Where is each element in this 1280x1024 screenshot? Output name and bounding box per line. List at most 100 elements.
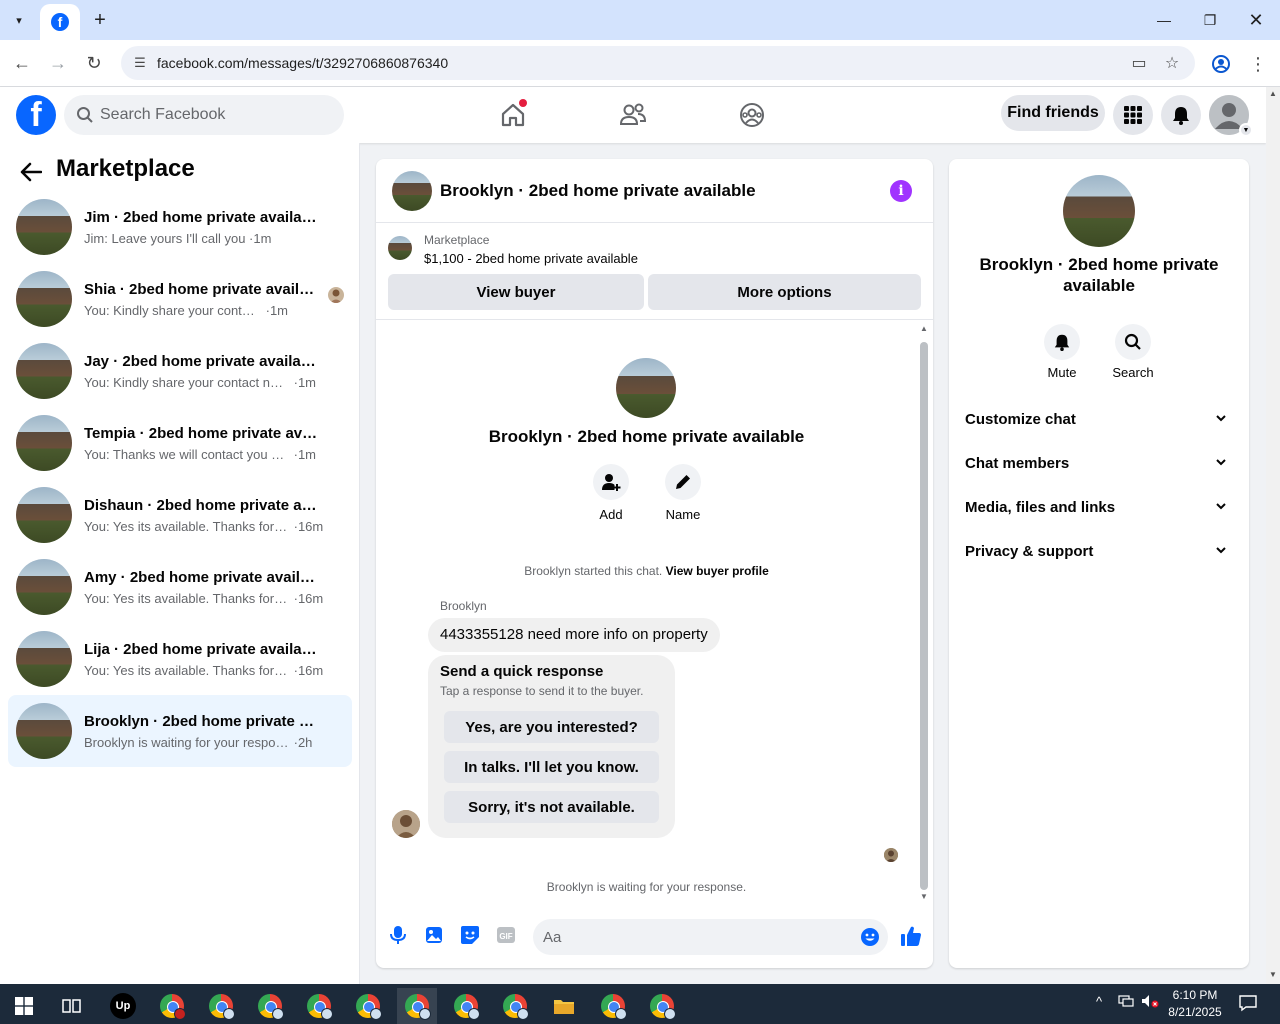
facebook-logo-icon[interactable]: f	[16, 95, 56, 135]
chrome-app-icon[interactable]	[201, 988, 241, 1024]
file-explorer-icon[interactable]	[544, 988, 584, 1024]
intro-avatar	[616, 358, 676, 418]
tab-search-chevron-icon[interactable]: ▾	[6, 7, 32, 33]
url-text[interactable]: facebook.com/messages/t/3292706860876340	[157, 55, 448, 71]
microphone-icon[interactable]	[387, 924, 409, 946]
message-scrollbar[interactable]: ▲ ▼	[917, 322, 931, 902]
view-buyer-profile-link[interactable]: View buyer profile	[666, 564, 769, 578]
chrome-app-icon[interactable]	[593, 988, 633, 1024]
show-hidden-icons-chevron-icon[interactable]: ^	[1096, 994, 1102, 1009]
back-arrow-icon[interactable]: ←	[9, 50, 35, 76]
minimize-icon[interactable]: —	[1141, 6, 1187, 34]
mute-label: Mute	[1047, 365, 1077, 380]
scrollbar-thumb[interactable]	[920, 342, 928, 890]
scroll-up-icon[interactable]: ▲	[1269, 89, 1277, 98]
chevron-down-icon	[1216, 459, 1226, 466]
conversation-item[interactable]: Amy · 2bed home private available You: Y…	[8, 551, 352, 623]
conversation-item[interactable]: Shia · 2bed home private availa... You: …	[8, 263, 352, 335]
groups-icon[interactable]	[736, 99, 768, 131]
details-avatar	[1063, 175, 1135, 247]
preview-text: You: Thanks we will contact you soon!	[84, 447, 290, 462]
info-icon[interactable]: i	[890, 180, 912, 202]
message-input[interactable]	[543, 919, 843, 955]
chrome-app-icon[interactable]	[397, 988, 437, 1024]
conversation-item[interactable]: Lija · 2bed home private available You: …	[8, 623, 352, 695]
message-bubble[interactable]: 4433355128 need more info on property	[428, 618, 720, 652]
forward-arrow-icon[interactable]: →	[45, 50, 71, 76]
notifications-bell-icon[interactable]	[1161, 95, 1201, 135]
chat-title[interactable]: Brooklyn · 2bed home private available	[440, 181, 756, 201]
install-app-icon[interactable]: ▭	[1129, 53, 1149, 73]
view-buyer-button[interactable]: View buyer	[388, 274, 644, 310]
sticker-icon[interactable]	[459, 924, 481, 946]
quick-response-button[interactable]: In talks. I'll let you know.	[444, 751, 659, 783]
taskbar-clock[interactable]: 6:10 PM 8/21/2025	[1160, 987, 1230, 1021]
emoji-icon[interactable]	[860, 927, 880, 947]
add-people-button[interactable]: Add	[581, 464, 641, 522]
menu-grid-icon[interactable]	[1113, 95, 1153, 135]
chat-avatar[interactable]	[392, 171, 432, 211]
back-arrow-icon[interactable]	[18, 159, 44, 185]
conversation-item[interactable]: Jim · 2bed home private available Jim: L…	[8, 191, 352, 263]
conversation-item[interactable]: Tempia · 2bed home private availa... You…	[8, 407, 352, 479]
chrome-app-icon[interactable]	[299, 988, 339, 1024]
chrome-app-icon[interactable]	[495, 988, 535, 1024]
conversation-item[interactable]: Dishaun · 2bed home private avail... You…	[8, 479, 352, 551]
chrome-app-icon[interactable]	[642, 988, 682, 1024]
chrome-app-icon[interactable]	[152, 988, 192, 1024]
scroll-down-icon[interactable]: ▼	[920, 892, 928, 901]
separator: ·	[290, 519, 298, 534]
reload-icon[interactable]: ↻	[81, 50, 107, 76]
privacy-support-section[interactable]: Privacy & support	[957, 532, 1241, 572]
quick-response-button[interactable]: Sorry, it's not available.	[444, 791, 659, 823]
volume-muted-icon[interactable]	[1141, 994, 1159, 1011]
chrome-app-icon[interactable]	[348, 988, 388, 1024]
search-input[interactable]	[100, 95, 330, 135]
network-icon[interactable]	[1118, 994, 1134, 1011]
chrome-menu-icon[interactable]: ⋮	[1246, 52, 1270, 76]
svg-text:GIF: GIF	[499, 932, 512, 941]
scroll-down-icon[interactable]: ▼	[1269, 970, 1277, 979]
chrome-app-icon[interactable]	[250, 988, 290, 1024]
conversation-item[interactable]: Brooklyn · 2bed home private avai... Bro…	[8, 695, 352, 767]
message-input-wrapper[interactable]	[533, 919, 888, 955]
site-settings-icon[interactable]: ☰	[131, 54, 149, 72]
browser-tab-facebook[interactable]: f	[40, 4, 80, 40]
browser-tabstrip: ▾ f + — ❐ ✕	[0, 0, 1280, 40]
notification-center-icon[interactable]	[1238, 993, 1258, 1016]
close-window-icon[interactable]: ✕	[1233, 6, 1279, 34]
friends-icon[interactable]	[617, 99, 649, 131]
restore-icon[interactable]: ❐	[1187, 6, 1233, 34]
facebook-search[interactable]	[64, 95, 344, 135]
conversation-item[interactable]: Jay · 2bed home private available You: K…	[8, 335, 352, 407]
find-friends-button[interactable]: Find friends	[1001, 95, 1105, 131]
details-name: Brooklyn · 2bed home private available	[979, 255, 1219, 295]
name-chat-button[interactable]: Name	[653, 464, 713, 522]
address-bar[interactable]: ☰ facebook.com/messages/t/32927068608763…	[121, 46, 1195, 80]
home-icon[interactable]	[497, 99, 529, 131]
profile-avatar[interactable]: ▼	[1209, 95, 1253, 137]
chat-members-section[interactable]: Chat members	[957, 444, 1241, 484]
conversation-name: Tempia · 2bed home private availa...	[84, 425, 318, 442]
thumbs-up-icon[interactable]	[899, 924, 923, 948]
bookmark-star-icon[interactable]: ☆	[1162, 53, 1182, 73]
photo-icon[interactable]	[423, 924, 445, 946]
gif-icon[interactable]: GIF	[495, 924, 517, 946]
profile-icon[interactable]	[1209, 52, 1233, 76]
quick-response-button[interactable]: Yes, are you interested?	[444, 711, 659, 743]
mute-button[interactable]: Mute	[1032, 324, 1092, 380]
listing-price-title[interactable]: $1,100 - 2bed home private available	[424, 251, 638, 266]
upwork-app-icon[interactable]: Up	[103, 988, 143, 1024]
more-options-button[interactable]: More options	[648, 274, 921, 310]
notification-dot	[519, 99, 527, 107]
sender-avatar[interactable]	[392, 810, 420, 838]
page-scrollbar[interactable]: ▲ ▼	[1266, 87, 1280, 984]
media-files-links-section[interactable]: Media, files and links	[957, 488, 1241, 528]
customize-chat-section[interactable]: Customize chat	[957, 400, 1241, 440]
chrome-app-icon[interactable]	[446, 988, 486, 1024]
windows-start-icon[interactable]	[4, 988, 44, 1024]
task-view-icon[interactable]	[52, 988, 92, 1024]
scroll-up-icon[interactable]: ▲	[920, 324, 928, 333]
new-tab-button[interactable]: +	[88, 8, 112, 32]
search-chat-button[interactable]: Search	[1103, 324, 1163, 380]
